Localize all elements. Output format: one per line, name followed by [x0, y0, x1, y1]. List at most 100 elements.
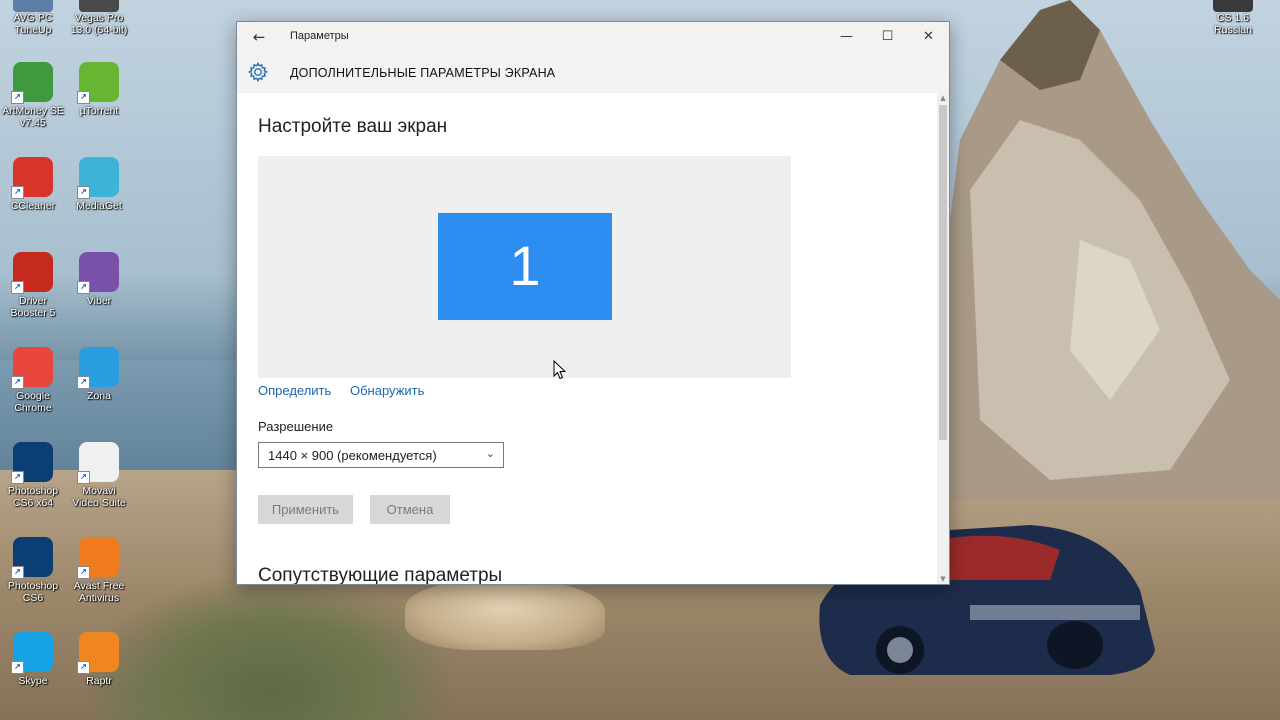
vegas-icon	[79, 0, 119, 12]
desktop-icon-label: Google Chrome	[14, 390, 52, 414]
movavi-icon: ↗	[77, 442, 119, 484]
wallpaper-grass	[90, 580, 450, 720]
shortcut-arrow-icon: ↗	[11, 186, 24, 199]
avast-icon: ↗	[77, 537, 119, 579]
title-bar: ← Параметры — ☐ ✕	[237, 22, 949, 53]
desktop-icon-ccleaner[interactable]: ↗ CCleaner	[0, 157, 66, 212]
wallpaper-rock	[930, 0, 1280, 500]
desktop-icon-label: AVG PC TuneUp	[13, 12, 53, 36]
shortcut-arrow-icon: ↗	[77, 471, 90, 484]
desktop-icon-label: CS 1.6 Russian	[1214, 12, 1252, 36]
minimize-button[interactable]: —	[826, 22, 867, 53]
mouse-cursor-icon	[553, 360, 567, 380]
desktop-icon-label: Raptr	[86, 675, 112, 687]
related-settings-heading: Сопутствующие параметры	[258, 565, 503, 584]
zona-icon: ↗	[77, 347, 119, 389]
desktop-icon-movavi[interactable]: ↗ Movavi Video Suite	[66, 442, 132, 509]
display-preview: 1	[258, 156, 791, 378]
desktop-icon-label: Zona	[87, 390, 111, 402]
wallpaper-boulder	[405, 580, 605, 650]
desktop-icon-cs[interactable]: CS 1.6 Russian	[1200, 0, 1266, 36]
back-button[interactable]: ←	[247, 27, 271, 47]
photoshop-icon: ↗	[11, 537, 53, 579]
desktop-icon-label: µTorrent	[79, 105, 119, 117]
desktop-icon-label: CCleaner	[10, 200, 56, 212]
resolution-dropdown[interactable]: 1440 × 900 (рекомендуется) ⌄	[258, 442, 504, 468]
close-icon: ✕	[923, 29, 934, 44]
section-heading: Настройте ваш экран	[258, 116, 448, 137]
desktop-icon-photoshop[interactable]: ↗ Photoshop CS6 x64	[0, 442, 66, 509]
desktop-icon-label: Movavi Video Suite	[72, 485, 126, 509]
arrow-left-icon: ←	[252, 28, 266, 46]
minimize-icon: —	[840, 29, 853, 44]
desktop-icon-label: Photoshop CS6	[7, 580, 59, 604]
avg-icon	[13, 0, 53, 12]
cancel-button[interactable]: Отмена	[370, 495, 450, 524]
shortcut-arrow-icon: ↗	[77, 661, 90, 674]
chevron-down-icon: ⌄	[485, 447, 495, 460]
apply-button[interactable]: Применить	[258, 495, 353, 524]
desktop-icon-label: Avast Free Antivirus	[73, 580, 125, 604]
desktop-icon-raptr[interactable]: ↗ Raptr	[66, 632, 132, 687]
shortcut-arrow-icon: ↗	[77, 91, 90, 104]
utorrent-icon: ↗	[77, 62, 119, 104]
viber-icon: ↗	[77, 252, 119, 294]
shortcut-arrow-icon: ↗	[11, 91, 24, 104]
desktop-icon-chrome[interactable]: ↗ Google Chrome	[0, 347, 66, 414]
driver-booster-icon: ↗	[11, 252, 53, 294]
desktop-icon-driver-booster[interactable]: ↗ Driver Booster 5	[0, 252, 66, 319]
desktop-icon-artmoney[interactable]: ↗ ArtMoney SE v7.45	[0, 62, 66, 129]
settings-window: ← Параметры — ☐ ✕ ДОПОЛНИТЕЛЬНЫЕ ПАРАМЕТ…	[236, 21, 950, 585]
maximize-icon: ☐	[881, 29, 894, 44]
resolution-label: Разрешение	[258, 419, 334, 434]
scroll-down-icon[interactable]: ▼	[937, 574, 949, 584]
chrome-icon: ↗	[11, 347, 53, 389]
desktop-icon-photoshop[interactable]: ↗ Photoshop CS6	[0, 537, 66, 604]
shortcut-arrow-icon: ↗	[11, 471, 24, 484]
photoshop-icon: ↗	[11, 442, 53, 484]
scrollbar[interactable]: ▲ ▼	[937, 93, 949, 584]
shortcut-arrow-icon: ↗	[77, 566, 90, 579]
shortcut-arrow-icon: ↗	[77, 281, 90, 294]
mediaget-icon: ↗	[77, 157, 119, 199]
desktop-icon-label: Vegas Pro 13.0 (64-bit)	[70, 12, 128, 36]
desktop-icon-label: Skype	[18, 675, 48, 687]
close-button[interactable]: ✕	[908, 22, 949, 53]
monitor-1[interactable]: 1	[438, 213, 612, 320]
desktop-icon-label: ArtMoney SE v7.45	[2, 105, 64, 129]
desktop-icon-viber[interactable]: ↗ Viber	[66, 252, 132, 307]
page-title: ДОПОЛНИТЕЛЬНЫЕ ПАРАМЕТРЫ ЭКРАНА	[290, 66, 556, 80]
detect-link[interactable]: Обнаружить	[350, 383, 424, 398]
maximize-button[interactable]: ☐	[867, 22, 908, 53]
window-title: Параметры	[290, 30, 349, 42]
gear-icon	[247, 61, 269, 83]
artmoney-icon: ↗	[11, 62, 53, 104]
desktop-icon-label: Driver Booster 5	[10, 295, 56, 319]
scroll-up-icon[interactable]: ▲	[937, 93, 949, 103]
desktop-icon-avast[interactable]: ↗ Avast Free Antivirus	[66, 537, 132, 604]
raptr-icon: ↗	[77, 632, 119, 674]
desktop-icon-label: Photoshop CS6 x64	[7, 485, 59, 509]
shortcut-arrow-icon: ↗	[11, 281, 24, 294]
resolution-value: 1440 × 900 (рекомендуется)	[268, 448, 437, 463]
desktop-icon-avg[interactable]: AVG PC TuneUp	[0, 0, 66, 36]
skype-icon: ↗	[11, 632, 53, 674]
desktop-icon-vegas[interactable]: Vegas Pro 13.0 (64-bit)	[66, 0, 132, 36]
page-header: ДОПОЛНИТЕЛЬНЫЕ ПАРАМЕТРЫ ЭКРАНА	[237, 53, 949, 93]
shortcut-arrow-icon: ↗	[77, 186, 90, 199]
desktop-icon-skype[interactable]: ↗ Skype	[0, 632, 66, 687]
ccleaner-icon: ↗	[11, 157, 53, 199]
shortcut-arrow-icon: ↗	[11, 566, 24, 579]
desktop-icon-utorrent[interactable]: ↗ µTorrent	[66, 62, 132, 117]
scrollbar-thumb[interactable]	[939, 105, 947, 440]
settings-content: Настройте ваш экран 1 Определить Обнаруж…	[237, 93, 937, 584]
desktop-icon-label: MediaGet	[76, 200, 122, 212]
identify-link[interactable]: Определить	[258, 383, 331, 398]
cs-icon	[1213, 0, 1253, 12]
desktop-icon-zona[interactable]: ↗ Zona	[66, 347, 132, 402]
shortcut-arrow-icon: ↗	[11, 661, 24, 674]
desktop-icon-mediaget[interactable]: ↗ MediaGet	[66, 157, 132, 212]
shortcut-arrow-icon: ↗	[11, 376, 24, 389]
shortcut-arrow-icon: ↗	[77, 376, 90, 389]
desktop-icon-label: Viber	[86, 295, 112, 307]
